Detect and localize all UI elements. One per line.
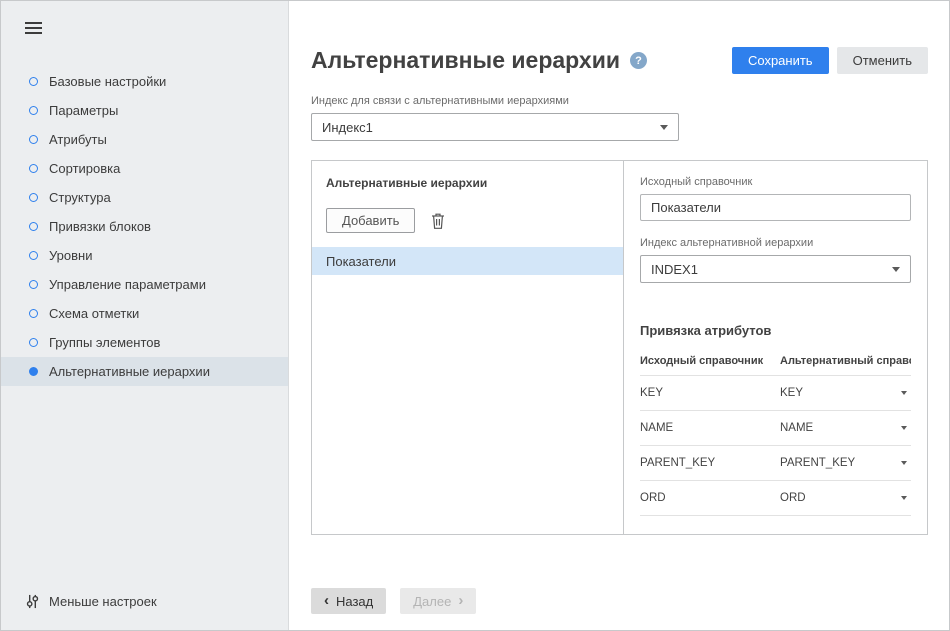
sidebar-item-block-bindings[interactable]: Привязки блоков [1,212,288,241]
chevron-left-icon: ‹ [324,593,329,608]
chevron-down-icon [901,426,907,430]
alt-hierarchies-panel: Альтернативные иерархии Добавить [311,160,928,535]
source-attr-cell: ORD [640,481,780,516]
hierarchy-list-pane: Альтернативные иерархии Добавить [312,161,624,534]
help-icon[interactable]: ? [630,52,647,69]
table-row: PARENT_KEY PARENT_KEY [640,446,911,481]
sidebar-item-label: Альтернативные иерархии [49,364,210,379]
radio-circle-icon [29,367,38,376]
sidebar-item-label: Базовые настройки [49,74,166,89]
source-dict-input[interactable] [640,194,911,221]
index-select-label: Индекс для связи с альтернативными иерар… [311,95,928,107]
page-title: Альтернативные иерархии [311,47,620,74]
add-button[interactable]: Добавить [326,208,415,233]
source-dict-label: Исходный справочник [640,176,911,188]
index-select[interactable]: Индекс1 [311,113,679,141]
radio-circle-icon [29,135,38,144]
alt-attr-value: PARENT_KEY [780,457,855,469]
radio-circle-icon [29,164,38,173]
chevron-down-icon [892,267,900,272]
index-select-value: Индекс1 [322,120,373,135]
trash-icon [430,212,446,230]
sidebar-item-alternative-hierarchies[interactable]: Альтернативные иерархии [1,357,288,386]
radio-circle-icon [29,193,38,202]
sidebar-item-levels[interactable]: Уровни [1,241,288,270]
sidebar-item-label: Схема отметки [49,306,139,321]
sidebar-item-selection-schema[interactable]: Схема отметки [1,299,288,328]
hierarchy-list-item[interactable]: Показатели [312,247,623,275]
wizard-nav: ‹ Назад Далее › [311,588,928,614]
table-row: NAME NAME [640,411,911,446]
alt-attr-value: ORD [780,492,806,504]
cancel-button[interactable]: Отменить [837,47,928,74]
source-attr-cell: PARENT_KEY [640,446,780,481]
hierarchy-list-title: Альтернативные иерархии [326,176,609,190]
chevron-down-icon [901,496,907,500]
next-button-label: Далее [413,594,451,609]
sidebar-nav: Базовые настройки Параметры Атрибуты Сор… [1,67,288,386]
sidebar-item-basic-settings[interactable]: Базовые настройки [1,67,288,96]
source-attr-cell: KEY [640,376,780,411]
source-attr-cell: NAME [640,411,780,446]
sidebar-item-element-groups[interactable]: Группы элементов [1,328,288,357]
radio-circle-icon [29,77,38,86]
hierarchy-toolbar: Добавить [326,208,609,233]
menu-icon[interactable] [1,1,288,37]
sidebar-item-parameter-management[interactable]: Управление параметрами [1,270,288,299]
sliders-icon [25,594,40,609]
chevron-right-icon: › [458,593,463,608]
attr-binding-title: Привязка атрибутов [640,323,911,338]
alt-attr-select[interactable]: NAME [780,422,911,434]
hierarchy-list: Показатели [312,247,623,275]
sidebar: Базовые настройки Параметры Атрибуты Сор… [1,1,289,630]
sidebar-item-label: Группы элементов [49,335,160,350]
table-row: ORD ORD [640,481,911,516]
sidebar-item-structure[interactable]: Структура [1,183,288,212]
alt-index-select[interactable]: INDEX1 [640,255,911,283]
less-settings-button[interactable]: Меньше настроек [1,594,288,630]
radio-circle-icon [29,338,38,347]
sidebar-item-attributes[interactable]: Атрибуты [1,125,288,154]
alt-index-label: Индекс альтернативной иерархии [640,237,911,249]
chevron-down-icon [660,125,668,130]
back-button[interactable]: ‹ Назад [311,588,386,614]
alt-attr-value: KEY [780,387,803,399]
sidebar-item-label: Сортировка [49,161,120,176]
back-button-label: Назад [336,594,373,609]
alt-attr-value: NAME [780,422,813,434]
radio-circle-icon [29,280,38,289]
hierarchy-details-pane: Исходный справочник Индекс альтернативно… [624,161,927,534]
attr-binding-table: Исходный справочник Альтернативный справ… [640,346,911,516]
page-header: Альтернативные иерархии ? Сохранить Отме… [311,47,928,74]
sidebar-item-label: Уровни [49,248,92,263]
sidebar-item-label: Структура [49,190,111,205]
alt-attr-select[interactable]: PARENT_KEY [780,457,911,469]
table-row: KEY KEY [640,376,911,411]
sidebar-item-label: Управление параметрами [49,277,206,292]
sidebar-item-label: Параметры [49,103,118,118]
alt-attr-select[interactable]: KEY [780,387,911,399]
save-button[interactable]: Сохранить [732,47,829,74]
sidebar-item-parameters[interactable]: Параметры [1,96,288,125]
sidebar-item-sorting[interactable]: Сортировка [1,154,288,183]
less-settings-label: Меньше настроек [49,594,157,609]
column-header-alt: Альтернативный справо... [780,346,911,376]
delete-button[interactable] [430,212,446,230]
chevron-down-icon [901,391,907,395]
alt-index-select-value: INDEX1 [651,262,698,277]
app-window: Базовые настройки Параметры Атрибуты Сор… [0,0,950,631]
radio-circle-icon [29,106,38,115]
next-button[interactable]: Далее › [400,588,476,614]
sidebar-item-label: Привязки блоков [49,219,151,234]
radio-circle-icon [29,309,38,318]
chevron-down-icon [901,461,907,465]
alt-attr-select[interactable]: ORD [780,492,911,504]
sidebar-item-label: Атрибуты [49,132,107,147]
main-content: Альтернативные иерархии ? Сохранить Отме… [289,1,949,630]
radio-circle-icon [29,251,38,260]
column-header-source: Исходный справочник [640,346,780,376]
radio-circle-icon [29,222,38,231]
